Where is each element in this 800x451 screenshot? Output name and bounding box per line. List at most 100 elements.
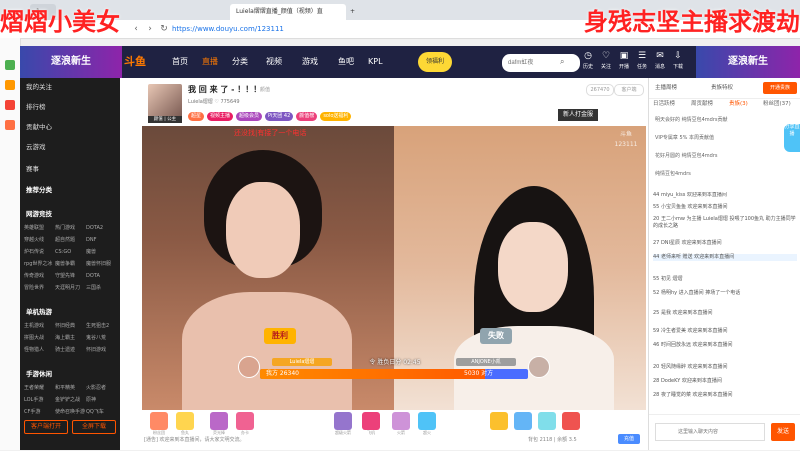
category-link[interactable]: 怀旧经典 <box>55 320 86 332</box>
follow-icon[interactable]: ♡ 关注 <box>598 50 614 76</box>
app-icon[interactable] <box>5 80 15 90</box>
category-link[interactable]: CF手游 <box>24 406 55 418</box>
download-button[interactable]: 全屏下载 <box>72 420 116 434</box>
category-link[interactable]: 拼图大战 <box>24 332 55 344</box>
gift-carnival-icon[interactable] <box>490 412 508 430</box>
category-link[interactable]: QQ飞车 <box>86 406 117 418</box>
gift-glowstick-icon[interactable] <box>210 412 228 430</box>
share-float-button[interactable]: 分享直播 <box>784 124 800 152</box>
gift-fan-club-icon[interactable] <box>150 412 168 430</box>
nav-home[interactable]: 首页 <box>172 46 188 78</box>
gift-rocket-icon[interactable] <box>392 412 410 430</box>
rank-row[interactable]: VIP专属章 5% 本周贡献值 <box>655 132 714 144</box>
newcomer-button[interactable]: 新人打金服 <box>558 109 598 121</box>
rank-row[interactable]: 纯情豆包4mdrs <box>655 168 691 180</box>
category-link[interactable]: 骑士遗迹 <box>55 344 86 356</box>
nav-games[interactable]: 游戏 <box>302 46 318 78</box>
category-link[interactable]: 天涯明月刀 <box>55 282 86 294</box>
app-icon[interactable] <box>5 100 15 110</box>
browser-tab-active[interactable]: Luiela熠熠直播_颜值（视频）直 <box>230 4 346 20</box>
broadcast-icon[interactable]: ▣ 开播 <box>616 50 632 76</box>
site-logo[interactable]: 斗鱼 <box>124 52 168 72</box>
tab-weekly[interactable]: 周贡献榜 <box>691 98 713 110</box>
category-link[interactable]: 守望先锋 <box>55 270 86 282</box>
nav-kpl[interactable]: KPL <box>368 46 383 78</box>
gift-castle-icon[interactable] <box>514 412 532 430</box>
category-link[interactable]: 英雄联盟 <box>24 222 55 234</box>
gift-card-icon[interactable] <box>236 412 254 430</box>
category-link[interactable]: 传奇游戏 <box>24 270 55 282</box>
badge[interactable]: Pi天团 42 <box>265 112 294 121</box>
category-link[interactable]: 魔兽 <box>86 246 117 258</box>
category-link[interactable]: LOL手游 <box>24 394 55 406</box>
category-link[interactable]: 热门游戏 <box>55 222 86 234</box>
badge[interactable]: solo送福利 <box>320 112 352 121</box>
task-icon[interactable]: ☰ 任务 <box>634 50 650 76</box>
category-link[interactable]: DOTA <box>86 270 117 282</box>
nav-category[interactable]: 分类 <box>232 46 248 78</box>
category-link[interactable]: 魔兽怀旧服 <box>86 258 117 270</box>
category-link[interactable]: 金铲铲之战 <box>55 394 86 406</box>
category-link[interactable]: 穿越火线 <box>24 234 55 246</box>
room-id[interactable]: 267470 <box>586 84 614 96</box>
open-client-button[interactable]: 客户端打开 <box>24 420 68 434</box>
category-link[interactable]: CS:GO <box>55 246 86 258</box>
category-link[interactable]: 使命召唤手游 <box>55 406 86 418</box>
sidebar-item-esports[interactable]: 赛事 <box>26 162 39 176</box>
category-link[interactable]: DNF <box>86 234 117 246</box>
sidebar-item-cloud-game[interactable]: 云游戏 <box>26 140 46 154</box>
rank-row[interactable]: 花好月圆的 纯情豆包4mdrs <box>655 150 717 162</box>
search-icon[interactable]: ⌕ <box>560 56 570 68</box>
message-icon[interactable]: ✉ 消息 <box>652 50 668 76</box>
category-link[interactable]: 火影忍者 <box>86 382 117 394</box>
recharge-button[interactable]: 充值 <box>618 434 640 444</box>
sidebar-item-follow[interactable]: 我的关注 <box>26 80 52 94</box>
gift-rocket-icon[interactable] <box>334 412 352 430</box>
category-link[interactable]: 鬼谷八荒 <box>86 332 117 344</box>
category-link[interactable]: 主机游戏 <box>24 320 55 332</box>
pk-right-avatar[interactable] <box>528 356 550 378</box>
sidebar-item-contribution[interactable]: 贡献中心 <box>26 120 52 134</box>
gift-plane-icon[interactable] <box>362 412 380 430</box>
gift-cube-icon[interactable] <box>562 412 580 430</box>
category-link[interactable]: 炉石传说 <box>24 246 55 258</box>
badge[interactable]: 颜值榜 <box>296 112 318 121</box>
streamer-avatar[interactable] <box>148 84 182 118</box>
category-link[interactable]: DOTA2 <box>86 222 117 234</box>
category-link[interactable]: 怀旧游戏 <box>86 344 117 356</box>
noble-link[interactable]: 贵族特权 <box>711 82 733 94</box>
badge[interactable]: 超星 <box>188 112 205 121</box>
category-link[interactable]: 三国杀 <box>86 282 117 294</box>
category-link[interactable]: 生死狙击2 <box>86 320 117 332</box>
badge[interactable]: 视频主播 <box>207 112 234 121</box>
gift-fishball-icon[interactable] <box>176 412 194 430</box>
event-banner-right[interactable]: 逐浪新生 <box>696 46 800 78</box>
tab-daily[interactable]: 日活跃榜 <box>653 98 675 110</box>
rank-row[interactable]: 明天会好的 纯情豆包4mdrs贡献 <box>655 114 727 126</box>
category-link[interactable]: rpg世界之冰 <box>24 258 55 270</box>
download-icon[interactable]: ⇩ 下载 <box>670 50 686 76</box>
pk-left-avatar[interactable] <box>238 356 260 378</box>
weekly-rank-link[interactable]: 主播周榜 <box>655 82 677 94</box>
chat-list[interactable]: 44 miyu_kiss 欢迎来到本直播间 55 小宝贝鱼鱼 欢迎来到本直播间 … <box>649 192 800 414</box>
category-link[interactable]: 和平精英 <box>55 382 86 394</box>
send-button[interactable]: 发送 <box>771 423 795 441</box>
client-button[interactable]: 客户端 <box>614 84 644 96</box>
app-icon[interactable] <box>5 60 15 70</box>
event-banner[interactable]: 逐浪新生 <box>20 46 122 78</box>
nav-yuba[interactable]: 鱼吧 <box>338 46 354 78</box>
gift-super-rocket-icon[interactable] <box>418 412 436 430</box>
video-player[interactable]: 还没找|有接了一个电话 斗鱼 123111 胜利 失败 Luiela熠熠 ANJ… <box>142 126 646 410</box>
badge[interactable]: 超级会员 <box>236 112 263 121</box>
nav-live[interactable]: 直播 <box>202 46 218 78</box>
app-icon[interactable] <box>5 120 15 130</box>
tab-noble[interactable]: 贵族(3) <box>729 98 748 110</box>
nav-video[interactable]: 视频 <box>266 46 282 78</box>
open-noble-button[interactable]: 开通贵族 <box>763 82 797 94</box>
category-link[interactable]: 怪物猎人 <box>24 344 55 356</box>
category-link[interactable]: 原神 <box>86 394 117 406</box>
backpack-info[interactable]: 背包 2118 | 余额 3.5 <box>528 436 577 443</box>
gift-car-icon[interactable] <box>538 412 556 430</box>
category-link[interactable]: 魔兽争霸 <box>55 258 86 270</box>
promo-button[interactable]: 领福利 <box>418 52 452 72</box>
